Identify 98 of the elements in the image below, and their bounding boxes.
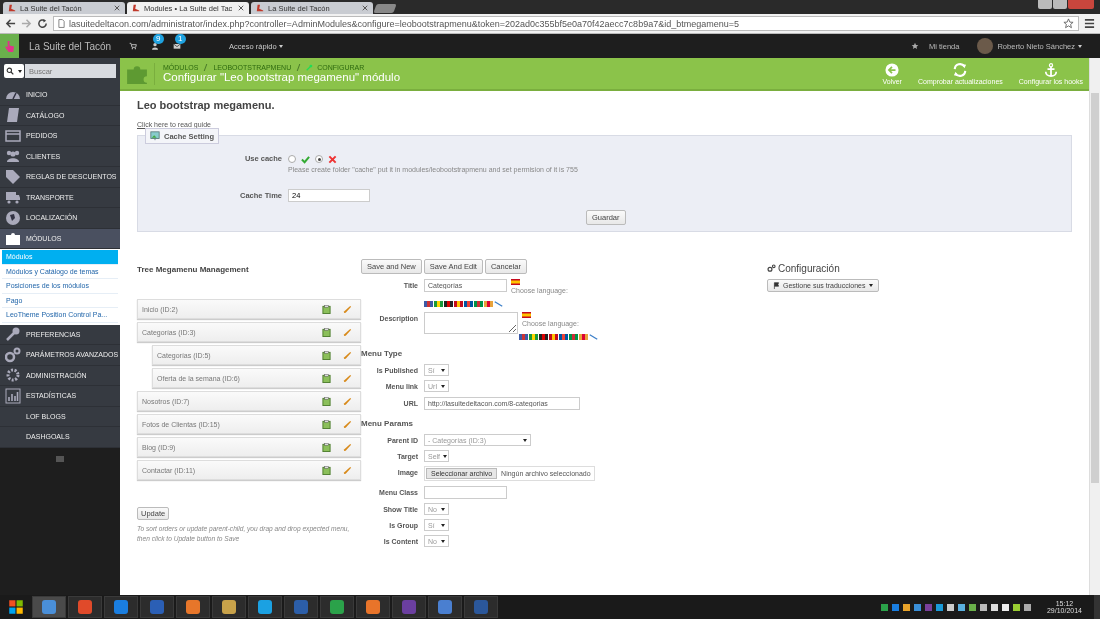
section-title: Configuración xyxy=(778,263,840,274)
caret-icon xyxy=(278,44,283,48)
caret-icon xyxy=(441,523,445,527)
book-icon xyxy=(5,107,21,124)
description-field[interactable] xyxy=(424,312,518,334)
taskbar-app-icon[interactable] xyxy=(320,596,354,618)
caret-icon xyxy=(441,539,445,543)
truck-icon xyxy=(5,189,21,206)
clipboard-icon[interactable] xyxy=(322,442,331,452)
avatar[interactable] xyxy=(977,38,994,54)
clipboard-icon[interactable] xyxy=(322,327,331,337)
wrench-icon xyxy=(5,326,21,343)
gears-icon xyxy=(5,346,21,363)
bar-chart-icon xyxy=(5,387,21,404)
back-icon[interactable] xyxy=(5,18,16,29)
menu-icon[interactable] xyxy=(1084,18,1095,29)
shoe-icon xyxy=(8,4,16,12)
back-arrow-icon xyxy=(885,62,900,77)
pencil-icon[interactable] xyxy=(343,304,352,314)
radio-button[interactable] xyxy=(315,155,323,163)
forward-icon[interactable] xyxy=(21,18,32,29)
envelope-icon[interactable] xyxy=(173,42,182,50)
people-icon xyxy=(5,148,21,165)
shop-name[interactable]: La Suite del Tacón xyxy=(29,40,112,52)
caret-icon xyxy=(1078,44,1082,48)
clipboard-icon[interactable] xyxy=(322,396,331,406)
windows-logo-icon xyxy=(7,598,25,616)
caret-icon xyxy=(441,507,445,511)
radio-button[interactable] xyxy=(288,155,296,163)
slash-icon[interactable] xyxy=(589,334,598,340)
pencil-icon[interactable] xyxy=(343,350,352,360)
scrollbar[interactable] xyxy=(1089,58,1100,595)
section-title: Menu Type xyxy=(361,349,404,358)
section-title: Menu Params xyxy=(361,419,415,428)
anchor-icon xyxy=(1043,62,1058,77)
close-icon[interactable] xyxy=(114,5,120,11)
taskbar-app-icon[interactable] xyxy=(68,596,102,618)
pencil-icon[interactable] xyxy=(343,396,352,406)
clipboard-icon[interactable] xyxy=(322,465,331,475)
notification-badge: 9 xyxy=(153,34,164,44)
picture-frame-icon xyxy=(150,131,160,141)
puzzle-icon xyxy=(126,62,155,85)
star-icon[interactable] xyxy=(1063,18,1074,29)
caret-icon xyxy=(523,438,527,442)
shoe-icon xyxy=(132,4,140,12)
clipboard-icon[interactable] xyxy=(322,419,331,429)
caret-icon xyxy=(441,384,445,388)
notification-badge: 1 xyxy=(175,34,186,44)
section-title: Tree Megamenu Management xyxy=(137,265,250,274)
clipboard-icon[interactable] xyxy=(322,373,331,383)
puzzle-icon xyxy=(5,230,21,247)
caret-icon xyxy=(441,368,445,372)
pencil-icon[interactable] xyxy=(343,373,352,383)
clipboard-icon[interactable] xyxy=(322,350,331,360)
pencil-icon[interactable] xyxy=(343,327,352,337)
gear-icon xyxy=(5,367,21,384)
flag-icon[interactable] xyxy=(511,279,520,285)
slash-icon[interactable] xyxy=(494,301,503,307)
taskbar-app-icon[interactable] xyxy=(248,596,282,618)
page-icon xyxy=(58,19,65,28)
shoe-icon xyxy=(256,4,264,12)
collapse-handle[interactable] xyxy=(56,455,64,462)
user-icon[interactable] xyxy=(151,42,160,50)
page-title: Configurar "Leo bootstrap megamenu" módulo xyxy=(163,71,401,83)
taskbar-app-icon[interactable] xyxy=(212,596,246,618)
star-icon xyxy=(911,42,919,50)
pencil-icon[interactable] xyxy=(343,442,352,452)
caret-icon xyxy=(18,69,22,73)
search-icon xyxy=(6,67,14,75)
cart-icon[interactable] xyxy=(129,42,138,50)
close-icon[interactable] xyxy=(238,5,244,11)
reload-icon[interactable] xyxy=(37,18,48,29)
pencil-icon[interactable] xyxy=(343,419,352,429)
address-bar[interactable]: lasuitedeltacon.com/administrator/index.php?controller=AdminModules&configure=leobootstrapmenu&token=202ad0c355bf5e0a70f42aecc7c8b9a7&id_btmegamenu=5 xyxy=(53,16,1079,31)
taskbar-app-icon[interactable] xyxy=(104,596,138,618)
wrench-icon xyxy=(306,64,314,71)
tag-icon xyxy=(5,168,21,185)
taskbar-app-icon[interactable] xyxy=(356,596,390,618)
credit-card-icon xyxy=(5,127,21,144)
close-icon[interactable] xyxy=(362,5,368,11)
globe-icon xyxy=(5,209,21,226)
refresh-icon xyxy=(953,62,968,77)
check-icon xyxy=(301,154,310,164)
search-button[interactable] xyxy=(4,64,24,78)
taskbar-app-icon[interactable] xyxy=(32,596,66,618)
caret-icon xyxy=(443,454,448,458)
gears-icon xyxy=(767,264,776,273)
flag-icon[interactable] xyxy=(522,312,531,318)
caret-icon xyxy=(868,284,873,287)
taskbar-app-icon[interactable] xyxy=(176,596,210,618)
cross-icon xyxy=(328,154,337,164)
taskbar-app-icon[interactable] xyxy=(428,596,462,618)
text-field[interactable] xyxy=(424,486,507,499)
new-tab-button[interactable] xyxy=(373,4,397,13)
flag-icon xyxy=(773,282,780,289)
clipboard-icon[interactable] xyxy=(322,304,331,314)
module-heading: Leo bootstrap megamenu. xyxy=(137,99,276,111)
pencil-icon[interactable] xyxy=(343,465,352,475)
